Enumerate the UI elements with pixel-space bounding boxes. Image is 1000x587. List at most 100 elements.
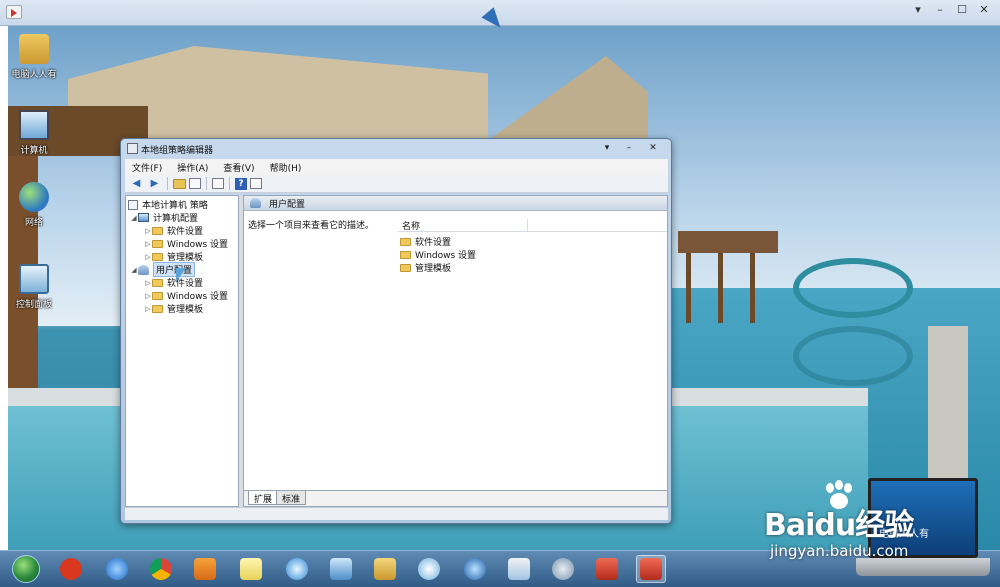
network-globe-icon bbox=[19, 182, 49, 212]
policy-document-icon bbox=[128, 199, 138, 210]
taskbar-app-chrome[interactable] bbox=[146, 555, 176, 583]
desktop-icon-label: 控制面板 bbox=[15, 300, 52, 310]
taskbar-app-toolbox[interactable] bbox=[592, 555, 622, 583]
taskbar-app-remote[interactable] bbox=[326, 555, 356, 583]
details-pane[interactable]: 用户配置 选择一个项目来查看它的描述。 名称 软件设置 Windows 设置 管… bbox=[243, 195, 668, 491]
collapse-triangle-icon[interactable]: ◢ bbox=[130, 266, 138, 274]
menu-action[interactable]: 操作(A) bbox=[170, 159, 216, 175]
outer-menu-chevron-icon[interactable]: ▾ bbox=[908, 2, 928, 18]
window-menu-chevron-icon[interactable]: ▾ bbox=[599, 141, 615, 155]
list-item-label: 管理模板 bbox=[415, 264, 452, 274]
taskbar-app-tool[interactable] bbox=[414, 555, 444, 583]
taskbar-app-ie[interactable] bbox=[102, 555, 132, 583]
taskbar-app-settings[interactable] bbox=[548, 555, 578, 583]
taskbar-app-explorer[interactable] bbox=[370, 555, 400, 583]
column-header-empty[interactable] bbox=[528, 219, 667, 231]
taskbar-app-notes[interactable] bbox=[236, 555, 266, 583]
computer-config-icon bbox=[138, 213, 149, 222]
desktop-icon-network[interactable]: 网络 bbox=[8, 182, 64, 228]
tab-extended[interactable]: 扩展 bbox=[248, 491, 279, 505]
start-button[interactable] bbox=[12, 555, 40, 583]
taskbar-app-group-policy[interactable] bbox=[636, 555, 666, 583]
tree-item-computer-config[interactable]: ◢ 计算机配置 bbox=[130, 211, 198, 224]
folder-icon bbox=[152, 252, 163, 261]
folder-icon bbox=[152, 278, 163, 287]
user-config-icon bbox=[138, 264, 149, 275]
internet-explorer-icon bbox=[106, 558, 128, 580]
outer-close-icon[interactable]: ✕ bbox=[974, 2, 994, 18]
expand-triangle-icon[interactable]: ▷ bbox=[144, 240, 152, 248]
desktop-icon-computer[interactable]: 计算机 bbox=[8, 110, 64, 156]
tree-item-user-admin-templates[interactable]: ▷ 管理模板 bbox=[144, 302, 203, 315]
folder-icon bbox=[152, 239, 163, 248]
menu-help[interactable]: 帮助(H) bbox=[263, 159, 310, 175]
taskbar-app-paint[interactable] bbox=[504, 555, 534, 583]
toolbar: ◀ ▶ ? bbox=[125, 175, 668, 193]
folder-icon bbox=[152, 304, 163, 313]
window-title-bar[interactable]: 本地组策略编辑器 ▾ – ✕ bbox=[121, 139, 671, 158]
up-folder-icon[interactable] bbox=[173, 178, 186, 189]
expand-triangle-icon[interactable]: ▷ bbox=[144, 305, 152, 313]
tree-item-user-software-settings[interactable]: ▷ 软件设置 bbox=[144, 276, 203, 289]
chess-game-icon bbox=[60, 558, 82, 580]
properties-icon[interactable] bbox=[250, 178, 262, 189]
player-app-icon[interactable] bbox=[6, 5, 22, 19]
taskbar-app-media[interactable] bbox=[460, 555, 490, 583]
file-explorer-icon bbox=[374, 558, 396, 580]
tree-item-label: 用户配置 bbox=[153, 262, 196, 277]
tree-item-software-settings[interactable]: ▷ 软件设置 bbox=[144, 224, 203, 237]
collapse-triangle-icon[interactable]: ◢ bbox=[130, 214, 138, 222]
group-policy-editor-window[interactable]: 本地组策略编辑器 ▾ – ✕ 文件(F) 操作(A) 查看(V) 帮助(H) ◀… bbox=[120, 138, 672, 524]
list-item[interactable]: Windows 设置 bbox=[400, 248, 476, 261]
tree-item-root[interactable]: 本地计算机 策略 bbox=[128, 198, 208, 211]
desktop-icon-control-panel[interactable]: 控制面板 bbox=[8, 264, 64, 310]
expand-triangle-icon[interactable]: ▷ bbox=[144, 227, 152, 235]
back-arrow-icon[interactable]: ◀ bbox=[129, 177, 144, 190]
desktop-icon-user-folder[interactable]: 电脑人人有 bbox=[8, 34, 64, 80]
outer-maximize-icon[interactable]: ☐ bbox=[952, 2, 972, 18]
menu-file[interactable]: 文件(F) bbox=[125, 159, 170, 175]
user-config-icon bbox=[250, 198, 261, 208]
expand-triangle-icon[interactable]: ▷ bbox=[144, 253, 152, 261]
toolbar-separator bbox=[229, 177, 230, 190]
laptop-base bbox=[856, 558, 990, 576]
window-close-icon[interactable]: ✕ bbox=[645, 141, 661, 155]
view-tabs: 扩展 标准 bbox=[243, 491, 668, 507]
tree-item-user-windows-settings[interactable]: ▷ Windows 设置 bbox=[144, 289, 228, 302]
tree-item-label: 计算机配置 bbox=[153, 214, 199, 224]
forward-arrow-icon[interactable]: ▶ bbox=[147, 177, 162, 190]
list-column-header: 名称 bbox=[398, 218, 667, 232]
help-icon[interactable]: ? bbox=[235, 177, 247, 190]
gear-icon bbox=[552, 558, 574, 580]
show-hide-tree-icon[interactable] bbox=[189, 178, 201, 189]
tree-item-label: Windows 设置 bbox=[167, 292, 229, 302]
desktop-icon-label: 网络 bbox=[24, 218, 43, 228]
tab-standard[interactable]: 标准 bbox=[276, 491, 307, 505]
remote-desktop-icon bbox=[330, 558, 352, 580]
outer-minimize-icon[interactable]: – bbox=[930, 2, 950, 18]
column-header-name[interactable]: 名称 bbox=[398, 219, 528, 232]
media-player-icon bbox=[194, 558, 216, 580]
window-minimize-icon[interactable]: – bbox=[621, 141, 637, 155]
toolbox-icon bbox=[596, 558, 618, 580]
wallpaper-ring-sculpture bbox=[793, 258, 913, 318]
folder-icon bbox=[400, 250, 411, 259]
menu-view[interactable]: 查看(V) bbox=[216, 159, 262, 175]
details-header-title: 用户配置 bbox=[269, 199, 306, 210]
list-item-label: 软件设置 bbox=[415, 238, 452, 248]
taskbar-app-browser[interactable] bbox=[282, 555, 312, 583]
expand-triangle-icon[interactable]: ▷ bbox=[144, 292, 152, 300]
tree-item-label: 管理模板 bbox=[167, 305, 204, 315]
menu-bar: 文件(F) 操作(A) 查看(V) 帮助(H) bbox=[125, 159, 668, 175]
expand-triangle-icon[interactable]: ▷ bbox=[144, 279, 152, 287]
list-item[interactable]: 管理模板 bbox=[400, 261, 451, 274]
tree-item-windows-settings[interactable]: ▷ Windows 设置 bbox=[144, 237, 228, 250]
computer-icon bbox=[19, 110, 49, 140]
console-tree[interactable]: 本地计算机 策略 ◢ 计算机配置 ▷ 软件设置 ▷ Windows 设置 ▷ 管… bbox=[125, 195, 239, 507]
taskbar-app-chess[interactable] bbox=[56, 555, 86, 583]
list-item[interactable]: 软件设置 bbox=[400, 235, 451, 248]
export-list-icon[interactable] bbox=[212, 178, 224, 189]
window-app-icon bbox=[127, 143, 138, 154]
details-header: 用户配置 bbox=[244, 196, 667, 211]
taskbar-app-media-player[interactable] bbox=[190, 555, 220, 583]
